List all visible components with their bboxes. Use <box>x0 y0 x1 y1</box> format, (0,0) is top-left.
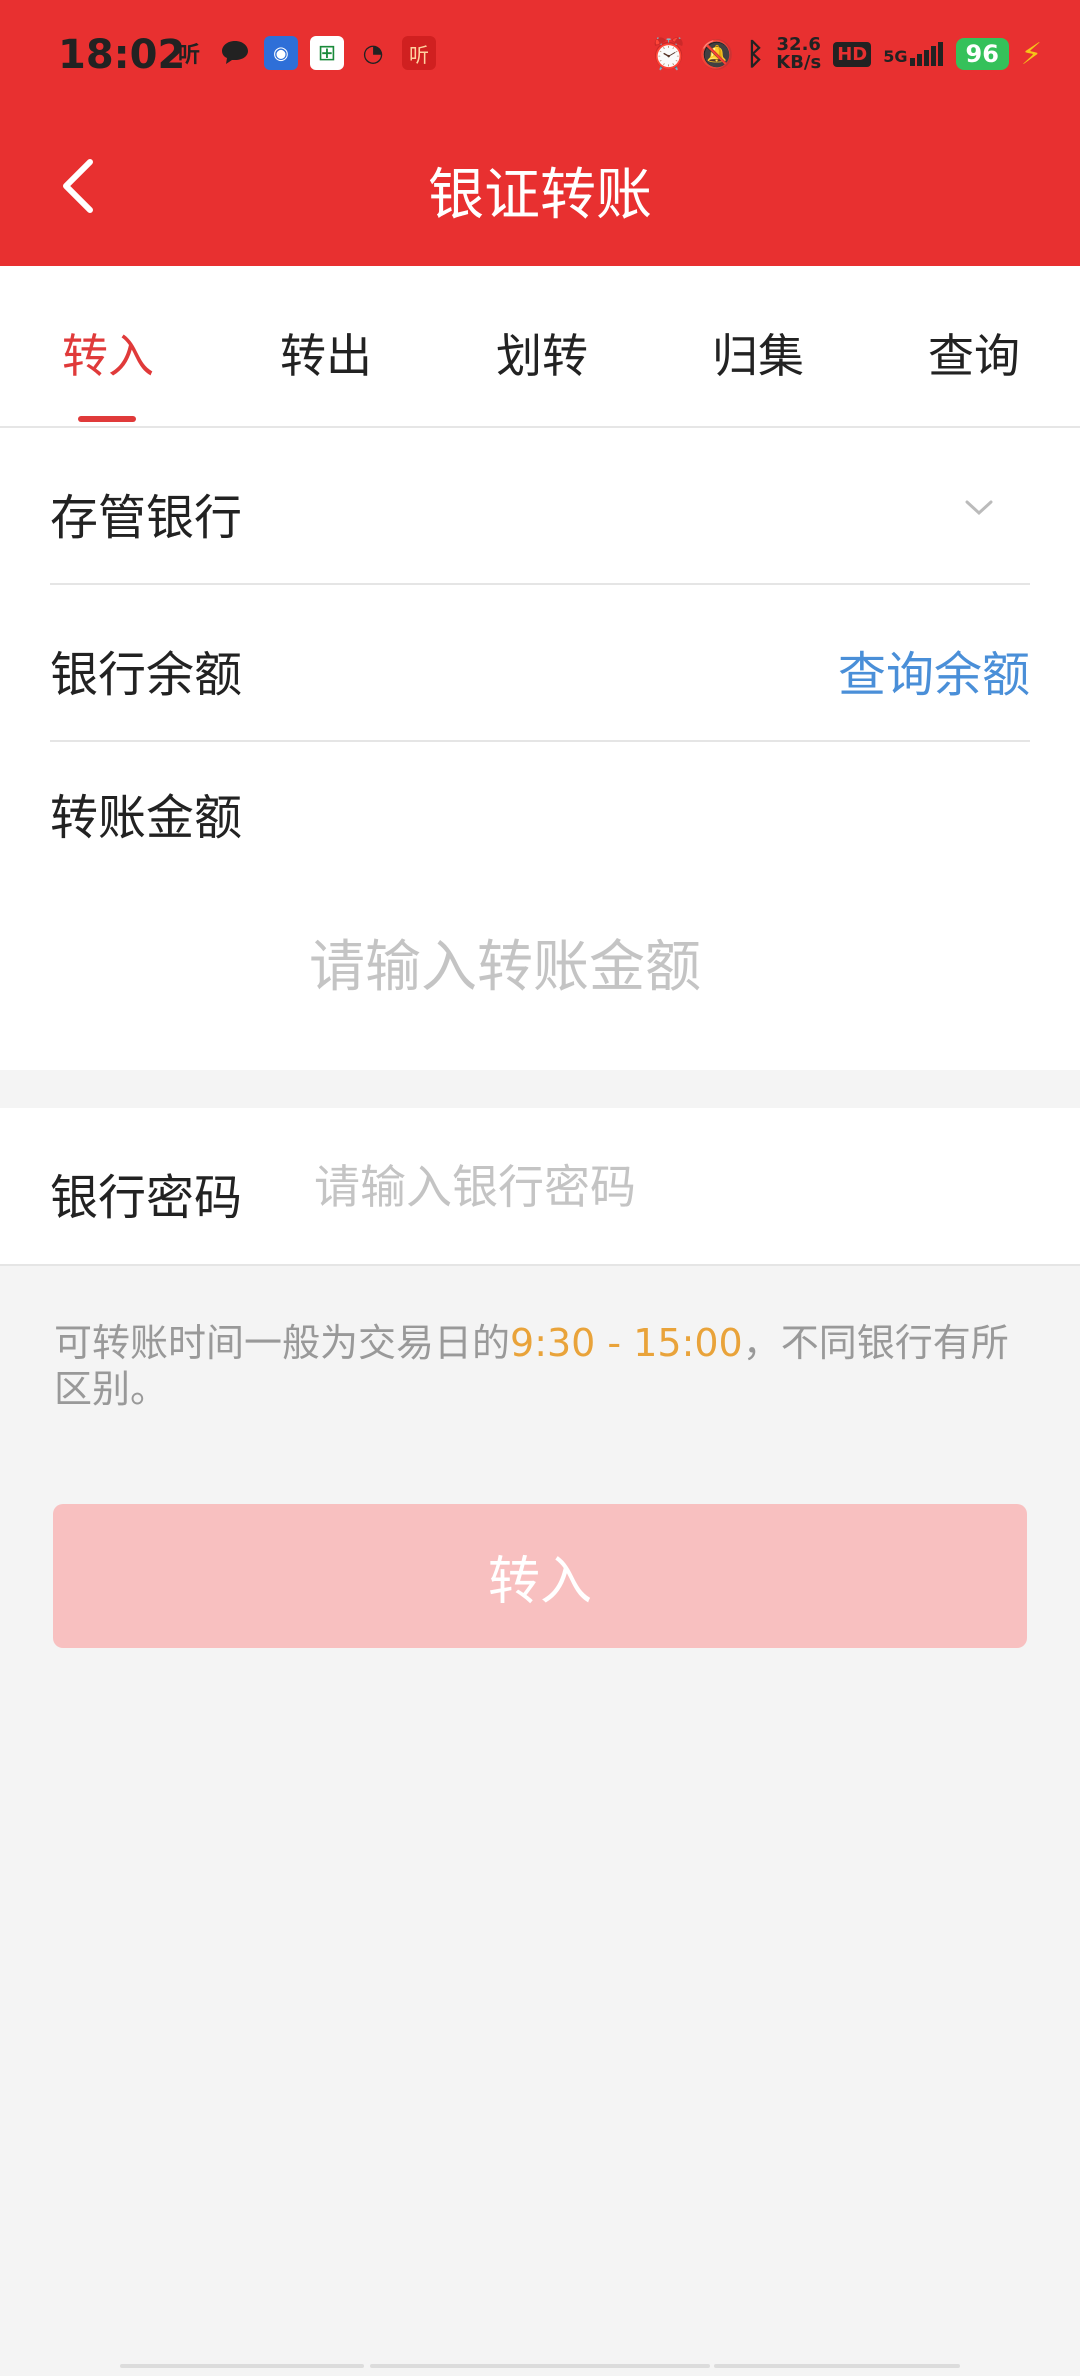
alarm-icon: ⏰ <box>650 36 688 72</box>
tab-query[interactable]: 查询 <box>928 320 1020 386</box>
listen-red-icon: 听 <box>402 36 436 70</box>
tab-bar: 转入 转出 划转 归集 查询 <box>0 266 1080 428</box>
bluetooth-icon: ᛒ <box>746 36 765 72</box>
status-time: 18:02 <box>58 32 186 78</box>
transfer-time-note: 可转账时间一般为交易日的9:30 - 15:00，不同银行有所区别。 <box>54 1321 1009 1411</box>
amount-row: 转账金额 <box>50 742 1030 898</box>
balance-row: 银行余额 查询余额 <box>50 585 1030 741</box>
status-bar: 18:02 听 ◉ ⊞ ◔ 听 ⏰ 🔕 ᛒ 32.6 KB/s HD 5G 96 <box>0 0 1080 116</box>
top-bar: 18:02 听 ◉ ⊞ ◔ 听 ⏰ 🔕 ᛒ 32.6 KB/s HD 5G 96 <box>0 0 1080 266</box>
page-title: 银证转账 <box>428 163 652 228</box>
battery-indicator: 96 <box>955 38 1009 70</box>
bank-label: 存管银行 <box>50 490 243 546</box>
tab-allocate[interactable]: 划转 <box>496 320 588 386</box>
status-system-icons: ⏰ 🔕 ᛒ 32.6 KB/s HD 5G 96 ⚡ <box>650 36 1042 72</box>
balance-label: 银行余额 <box>50 647 243 703</box>
submit-transfer-in-button[interactable]: 转入 <box>53 1504 1027 1648</box>
network-speed: 32.6 KB/s <box>776 34 822 73</box>
nav-indicator <box>120 2364 364 2368</box>
app-blue-icon: ◉ <box>264 36 298 70</box>
active-tab-indicator <box>78 416 136 422</box>
amount-input[interactable]: 请输入转账金额 <box>50 922 960 1003</box>
bank-select[interactable]: 存管银行 <box>50 428 1030 584</box>
chat-bubble-icon <box>218 36 252 70</box>
charging-icon: ⚡ <box>1020 36 1042 72</box>
tab-transfer-out[interactable]: 转出 <box>280 320 372 386</box>
password-input[interactable] <box>312 1154 1016 1220</box>
time-range: 9:30 - 15:00 <box>510 1321 743 1365</box>
post-green-icon: ⊞ <box>310 36 344 70</box>
nav-indicator <box>714 2364 960 2368</box>
status-notification-icons: 听 ◉ ⊞ ◔ 听 <box>172 36 436 70</box>
amount-label: 转账金额 <box>50 790 243 846</box>
password-label: 银行密码 <box>50 1170 243 1226</box>
weibo-icon: ◔ <box>362 39 384 67</box>
hd-icon: HD <box>833 41 872 67</box>
signal-icon: 5G <box>883 42 943 66</box>
nav-indicator <box>370 2364 710 2368</box>
query-balance-link[interactable]: 查询余额 <box>838 635 1030 705</box>
password-row: 银行密码 <box>0 1108 1080 1266</box>
chevron-down-icon <box>965 500 993 516</box>
tab-transfer-in[interactable]: 转入 <box>62 320 154 386</box>
mute-icon: 🔕 <box>699 37 735 71</box>
tab-collect[interactable]: 归集 <box>712 320 804 386</box>
transfer-form: 存管银行 银行余额 查询余额 转账金额 请输入转账金额 <box>0 428 1080 1070</box>
listen-icon: 听 <box>177 43 200 68</box>
